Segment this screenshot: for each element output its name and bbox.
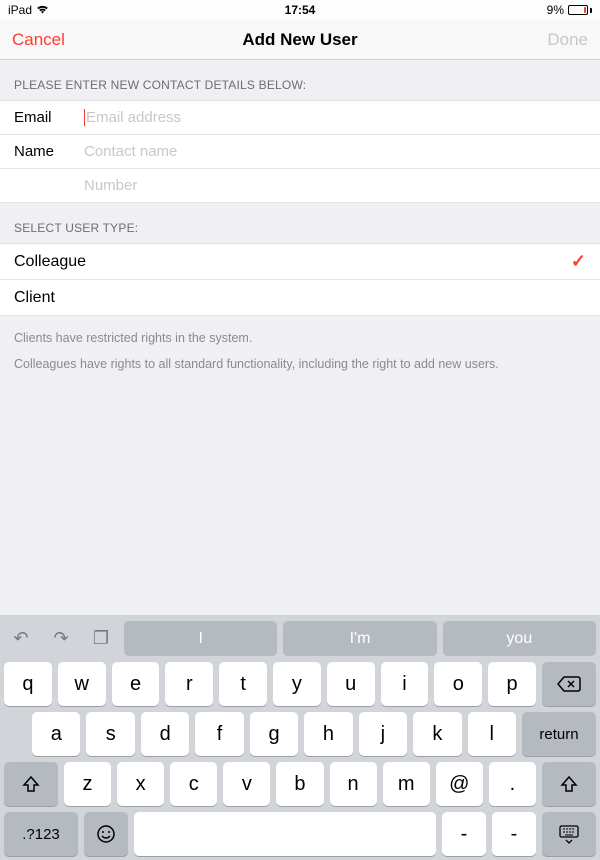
option-client[interactable]: Client (0, 280, 600, 316)
key-u[interactable]: u (327, 662, 375, 706)
key-.[interactable]: . (489, 762, 536, 806)
contact-details-group: Email Name (0, 100, 600, 203)
shift-key-left[interactable] (4, 762, 58, 806)
text-caret (84, 109, 85, 126)
status-bar: iPad 17:54 9% (0, 0, 600, 20)
key-v[interactable]: v (223, 762, 270, 806)
number-field[interactable] (84, 177, 586, 194)
key-n[interactable]: n (330, 762, 377, 806)
key-e[interactable]: e (112, 662, 160, 706)
key-k[interactable]: k (413, 712, 461, 756)
key-i[interactable]: i (381, 662, 429, 706)
numbers-key[interactable]: .?123 (4, 812, 78, 856)
suggestion-2[interactable]: I'm (283, 621, 436, 656)
done-button[interactable]: Done (547, 30, 588, 50)
paste-icon[interactable]: ❐ (84, 621, 118, 656)
footer-text-2: Colleagues have rights to all standard f… (0, 348, 600, 374)
key-d[interactable]: d (141, 712, 189, 756)
checkmark-icon: ✓ (571, 251, 586, 272)
email-row[interactable]: Email (0, 101, 600, 135)
name-field[interactable] (84, 143, 586, 160)
shift-key-right[interactable] (542, 762, 596, 806)
return-key[interactable]: return (522, 712, 596, 756)
keyboard: ↶ ↷ ❐ I I'm you qwertyuiop asdfghjklretu… (0, 615, 600, 860)
emoji-key[interactable] (84, 812, 128, 856)
key-o[interactable]: o (434, 662, 482, 706)
main-content: Please enter new contact details below: … (0, 60, 600, 615)
key-r[interactable]: r (165, 662, 213, 706)
nav-bar: Cancel Add New User Done (0, 20, 600, 60)
dash-key[interactable]: - (442, 812, 486, 856)
page-title: Add New User (242, 30, 357, 50)
dismiss-keyboard-key[interactable] (542, 812, 596, 856)
cancel-button[interactable]: Cancel (12, 30, 65, 50)
suggestion-3[interactable]: you (443, 621, 596, 656)
key-t[interactable]: t (219, 662, 267, 706)
space-key[interactable] (134, 812, 436, 856)
key-z[interactable]: z (64, 762, 111, 806)
key-a[interactable]: a (32, 712, 80, 756)
key-f[interactable]: f (195, 712, 243, 756)
option-colleague[interactable]: Colleague ✓ (0, 244, 600, 280)
key-m[interactable]: m (383, 762, 430, 806)
key-w[interactable]: w (58, 662, 106, 706)
device-label: iPad (8, 3, 32, 17)
battery-pct: 9% (547, 3, 564, 17)
key-p[interactable]: p (488, 662, 536, 706)
key-h[interactable]: h (304, 712, 352, 756)
key-g[interactable]: g (250, 712, 298, 756)
key-b[interactable]: b (276, 762, 323, 806)
key-y[interactable]: y (273, 662, 321, 706)
contact-details-header: Please enter new contact details below: (0, 60, 600, 100)
name-label: Name (14, 143, 84, 160)
key-c[interactable]: c (170, 762, 217, 806)
number-row[interactable] (0, 169, 600, 203)
name-row[interactable]: Name (0, 135, 600, 169)
key-l[interactable]: l (468, 712, 516, 756)
undo-icon[interactable]: ↶ (4, 621, 38, 656)
option-label: Colleague (14, 253, 86, 271)
key-x[interactable]: x (117, 762, 164, 806)
battery-icon (568, 5, 592, 15)
underscore-key[interactable]: - (492, 812, 536, 856)
redo-icon[interactable]: ↷ (44, 621, 78, 656)
user-type-group: Colleague ✓ Client (0, 243, 600, 316)
option-label: Client (14, 289, 55, 307)
email-field[interactable] (86, 109, 586, 126)
key-@[interactable]: @ (436, 762, 483, 806)
key-s[interactable]: s (86, 712, 134, 756)
backspace-key[interactable] (542, 662, 596, 706)
key-q[interactable]: q (4, 662, 52, 706)
key-j[interactable]: j (359, 712, 407, 756)
user-type-header: Select user type: (0, 203, 600, 243)
status-time: 17:54 (285, 3, 316, 17)
wifi-icon (36, 3, 49, 17)
footer-text-1: Clients have restricted rights in the sy… (0, 316, 600, 348)
email-label: Email (14, 109, 84, 126)
suggestion-1[interactable]: I (124, 621, 277, 656)
